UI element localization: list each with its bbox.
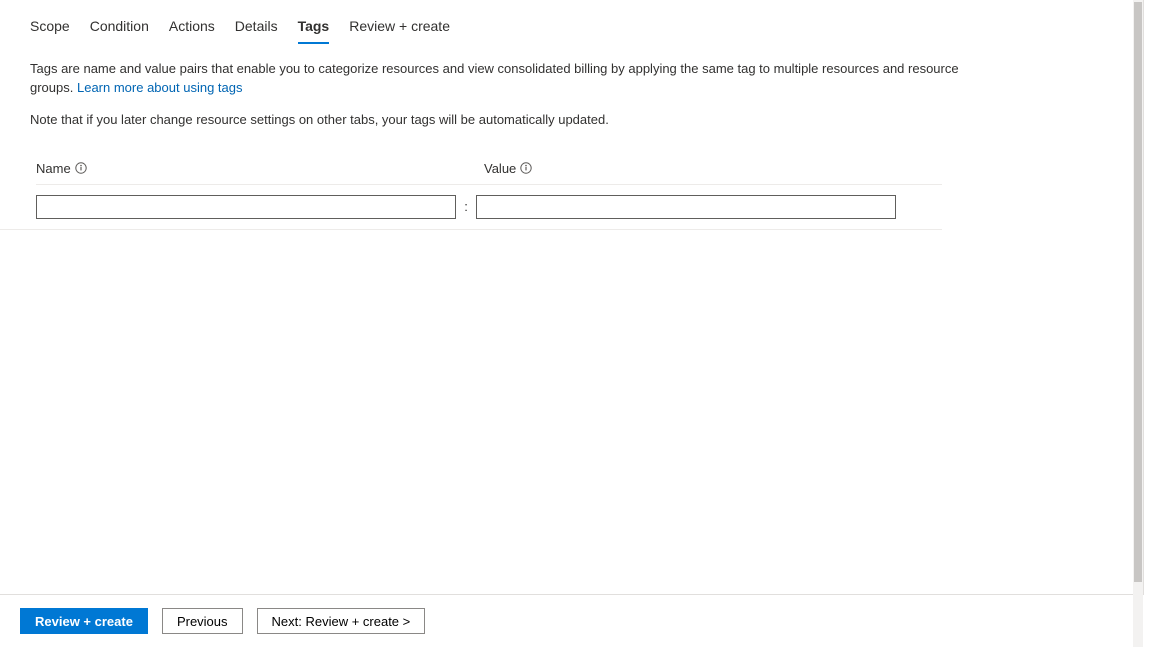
footer-bar: Review + create Previous Next: Review + … (0, 594, 1144, 647)
tag-input-row: : (0, 185, 942, 230)
tab-tags[interactable]: Tags (298, 18, 330, 44)
review-create-button[interactable]: Review + create (20, 608, 148, 634)
info-icon[interactable] (520, 162, 532, 174)
tags-description: Tags are name and value pairs that enabl… (0, 44, 1000, 98)
scrollbar-track[interactable] (1133, 0, 1143, 647)
name-header-cell: Name (36, 161, 468, 176)
tab-condition[interactable]: Condition (90, 18, 149, 44)
tab-details[interactable]: Details (235, 18, 278, 44)
scrollbar-thumb[interactable] (1134, 2, 1142, 582)
tag-headers: Name Value (0, 127, 1143, 176)
tag-name-input[interactable] (36, 195, 456, 219)
name-header-label: Name (36, 161, 71, 176)
value-header-cell: Value (484, 161, 916, 176)
name-header: Name (36, 161, 87, 176)
tag-value-input[interactable] (476, 195, 896, 219)
previous-button[interactable]: Previous (162, 608, 243, 634)
scroll-area: Scope Condition Actions Details Tags Rev… (0, 0, 1143, 590)
tab-bar: Scope Condition Actions Details Tags Rev… (0, 0, 1143, 44)
value-header-label: Value (484, 161, 516, 176)
tab-scope[interactable]: Scope (30, 18, 70, 44)
value-header: Value (484, 161, 532, 176)
info-icon[interactable] (75, 162, 87, 174)
page-container: Scope Condition Actions Details Tags Rev… (0, 0, 1144, 647)
tags-note: Note that if you later change resource s… (0, 98, 1143, 127)
tab-actions[interactable]: Actions (169, 18, 215, 44)
next-button[interactable]: Next: Review + create > (257, 608, 426, 634)
tab-review-create[interactable]: Review + create (349, 18, 450, 44)
tag-separator: : (456, 199, 476, 214)
learn-more-link[interactable]: Learn more about using tags (77, 80, 243, 95)
